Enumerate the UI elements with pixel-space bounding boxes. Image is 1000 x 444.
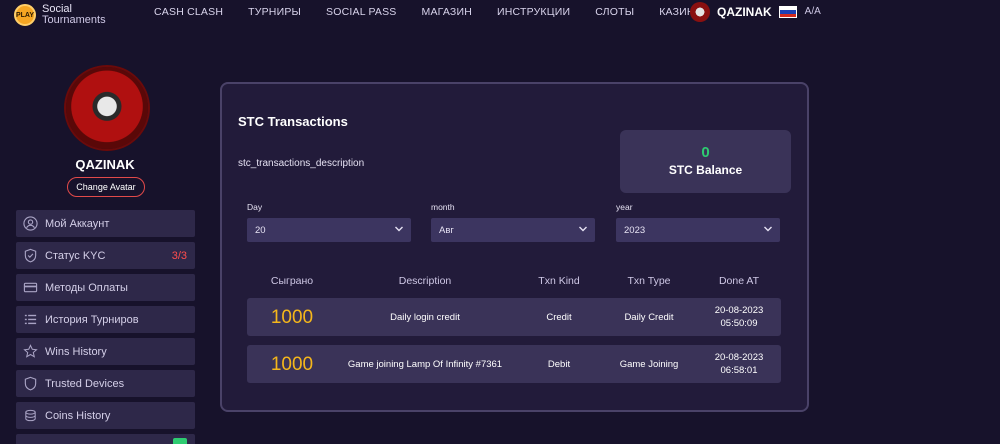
language-toggle-icon[interactable]: A/A (805, 7, 821, 17)
shield-check-icon (23, 248, 38, 263)
row-done-at: 20-08-2023 06:58:01 (692, 345, 786, 383)
table-row: 1000 Daily login credit Credit Daily Cre… (247, 298, 781, 336)
stc-balance-box: 0 STC Balance (620, 130, 791, 193)
list-icon (23, 312, 38, 327)
year-label: year (616, 202, 633, 212)
row-amount: 1000 (270, 306, 314, 328)
nav-tournaments[interactable]: ТУРНИРЫ (248, 6, 301, 18)
menu-label: Coins History (45, 409, 111, 422)
menu-item-trusted-devices[interactable]: Trusted Devices (16, 370, 195, 397)
main-nav: CASH CLASH ТУРНИРЫ SOCIAL PASS МАГАЗИН И… (154, 6, 728, 18)
star-icon (23, 344, 38, 359)
column-header-description: Description (398, 275, 452, 287)
chevron-down-icon (579, 226, 587, 232)
column-header-done-at: Done AT (718, 275, 760, 287)
account-menu: Мой Аккаунт Статус KYC 3/3 Методы Оплаты… (16, 210, 195, 444)
chevron-down-icon (395, 226, 403, 232)
top-navigation-bar: PLAY Social Tournaments CASH CLASH ТУРНИ… (0, 0, 1000, 28)
chevron-down-icon (764, 226, 772, 232)
row-description: Game joining Lamp Of Infinity #7361 (347, 358, 503, 370)
row-txn-kind: Credit (546, 311, 572, 323)
nav-cash-clash[interactable]: CASH CLASH (154, 6, 223, 18)
stc-balance-label: STC Balance (668, 163, 743, 177)
profile-name: QAZINAK (75, 157, 135, 172)
menu-item-coins-history[interactable]: Coins History (16, 402, 195, 429)
menu-item-payment-methods[interactable]: Методы Оплаты (16, 274, 195, 301)
nav-slots[interactable]: СЛОТЫ (595, 6, 634, 18)
row-txn-kind: Debit (547, 358, 571, 370)
brand-logo[interactable]: PLAY Social Tournaments (14, 4, 106, 26)
row-done-at: 20-08-2023 05:50:09 (692, 298, 786, 336)
day-value: 20 (255, 224, 266, 236)
stc-balance-value: 0 (701, 144, 710, 161)
year-select[interactable]: 2023 (616, 218, 780, 242)
stc-transactions-card: STC Transactions stc_transactions_descri… (220, 82, 809, 412)
row-date: 20-08-2023 (714, 352, 764, 363)
new-badge (173, 438, 187, 444)
table-row: 1000 Game joining Lamp Of Infinity #7361… (247, 345, 781, 383)
profile-avatar (66, 67, 148, 149)
year-value: 2023 (624, 224, 646, 236)
shield-icon (23, 376, 38, 391)
header-username[interactable]: QAZINAK (717, 5, 772, 19)
card-title: STC Transactions (238, 114, 348, 129)
card-description: stc_transactions_description (238, 158, 365, 169)
nav-social-pass[interactable]: SOCIAL PASS (326, 6, 396, 18)
menu-item-my-account[interactable]: Мой Аккаунт (16, 210, 195, 237)
row-amount: 1000 (270, 353, 314, 375)
month-value: Авг (439, 224, 454, 236)
menu-label: Статус KYC (45, 249, 106, 262)
header-avatar[interactable] (690, 2, 710, 22)
row-description: Daily login credit (390, 311, 460, 323)
row-date: 20-08-2023 (714, 305, 764, 316)
russian-flag-icon[interactable] (778, 6, 797, 18)
user-menu[interactable]: QAZINAK A/A (690, 2, 821, 22)
row-time: 05:50:09 (720, 318, 758, 329)
brand-line-2: Tournaments (42, 14, 106, 26)
column-header-txn-type: Txn Type (627, 275, 671, 287)
month-select[interactable]: Авг (431, 218, 595, 242)
play-logo-icon: PLAY (14, 4, 36, 26)
menu-label: Методы Оплаты (45, 281, 128, 294)
menu-item-wins-history[interactable]: Wins History (16, 338, 195, 365)
row-txn-type: Game Joining (619, 358, 679, 370)
menu-item-kyc-status[interactable]: Статус KYC 3/3 (16, 242, 195, 269)
menu-item-tournament-history[interactable]: История Турниров (16, 306, 195, 333)
month-label: month (431, 202, 455, 212)
row-txn-type: Daily Credit (624, 311, 674, 323)
nav-instructions[interactable]: ИНСТРУКЦИИ (497, 6, 570, 18)
row-time: 06:58:01 (720, 365, 758, 376)
day-label: Day (247, 202, 263, 212)
kyc-progress-badge: 3/3 (171, 249, 187, 262)
menu-label: Trusted Devices (45, 377, 125, 390)
user-icon (23, 216, 38, 231)
card-icon (23, 280, 38, 295)
menu-label: Wins History (45, 345, 107, 358)
menu-label: История Турниров (45, 313, 139, 326)
day-select[interactable]: 20 (247, 218, 411, 242)
nav-shop[interactable]: МАГАЗИН (422, 6, 473, 18)
change-avatar-button[interactable]: Change Avatar (67, 177, 145, 197)
menu-item-partial[interactable] (16, 434, 195, 444)
column-header-played: Сыграно (270, 275, 314, 287)
coins-icon (23, 408, 38, 423)
menu-label: Мой Аккаунт (45, 217, 110, 230)
column-header-txn-kind: Txn Kind (538, 275, 580, 287)
